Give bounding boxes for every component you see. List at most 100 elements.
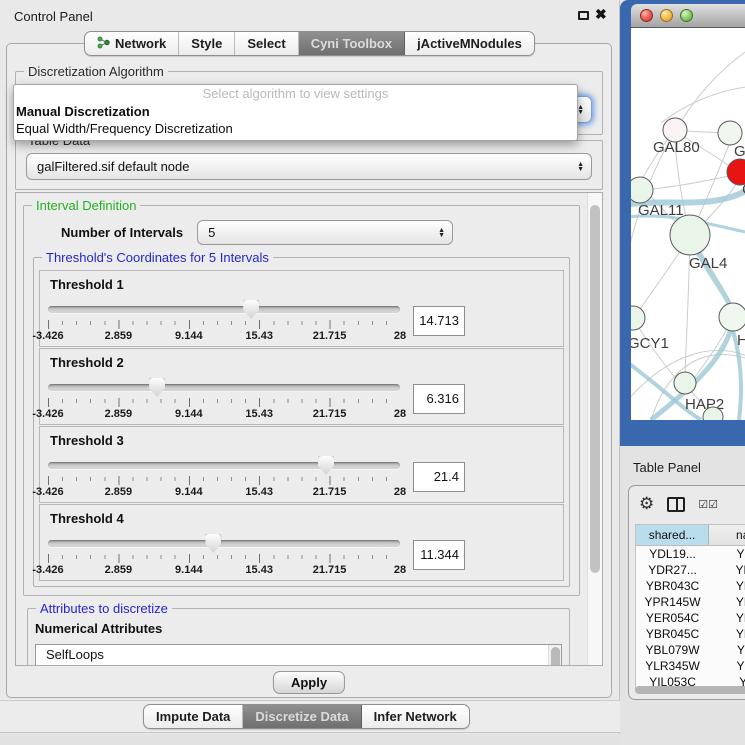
table-row[interactable]: YPR145WYPR1 <box>636 594 745 610</box>
select-columns-icon[interactable]: ☑☑ <box>698 498 718 511</box>
attributes-group: Attributes to discretize Numerical Attri… <box>27 608 570 666</box>
table-row[interactable]: YBR045CYBR0 <box>636 626 745 642</box>
slider-tick-labels: -3.4262.8599.14415.4321.71528 <box>48 408 400 421</box>
threshold-4-value-field[interactable]: 11.344 <box>413 540 465 570</box>
table-cell[interactable]: YBL0 <box>709 642 745 658</box>
list-scrollbar[interactable] <box>548 645 561 666</box>
table-cell[interactable]: YBR045C <box>636 626 709 642</box>
number-of-intervals-label: Number of Intervals <box>61 225 183 240</box>
table-cell[interactable]: YBL079W <box>636 642 709 658</box>
combo-arrows-icon: ▲▼ <box>577 97 584 122</box>
table-cell[interactable]: YBR0 <box>709 626 745 642</box>
threshold-2-slider[interactable]: -3.4262.8599.14415.4321.71528 <box>48 377 400 421</box>
column-header-name[interactable]: name <box>709 525 745 545</box>
table-panel-area: Table Panel ⚙ ☑☑ shared... name YDL19...… <box>620 446 745 745</box>
table-cell[interactable]: YDL19... <box>636 546 709 562</box>
popup-option-manual[interactable]: Manual Discretization <box>14 103 577 120</box>
threshold-1-value-field[interactable]: 14.713 <box>413 306 465 336</box>
threshold-4-slider[interactable]: -3.4262.8599.14415.4321.71528 <box>48 533 400 577</box>
cyni-toolbox-content: Discretization Algorithm ▲▼ Table Data g… <box>6 43 612 698</box>
network-node[interactable] <box>670 215 710 255</box>
node-label: GAL11 <box>638 202 684 219</box>
threshold-4-panel: Threshold 4 -3.4262.8599.14415.4321.7152… <box>39 504 564 581</box>
tab-discretize-data[interactable]: Discretize Data <box>243 705 361 728</box>
slider-thumb[interactable] <box>318 456 334 475</box>
slider-thumb[interactable] <box>149 378 165 397</box>
group-title: Interval Definition <box>32 198 140 213</box>
network-node[interactable] <box>718 121 742 145</box>
node-label: GAL4 <box>689 255 727 272</box>
list-item[interactable]: SelfLoops <box>46 647 561 664</box>
threshold-2-value-field[interactable]: 6.316 <box>413 384 465 414</box>
threshold-3-slider[interactable]: -3.4262.8599.14415.4321.71528 <box>48 455 400 499</box>
threshold-3-panel: Threshold 3 -3.4262.8599.14415.4321.7152… <box>39 426 564 503</box>
node-label: G <box>734 143 745 160</box>
network-node[interactable] <box>631 177 653 203</box>
table-row[interactable]: YLR345WYLR3 <box>636 658 745 674</box>
number-of-intervals-combobox[interactable]: 5 ▲▼ <box>197 220 453 245</box>
table-horizontal-scrollbar[interactable] <box>635 686 745 694</box>
bottom-tab-bar: Impute Data Discretize Data Infer Networ… <box>143 704 470 729</box>
network-node[interactable] <box>631 306 645 330</box>
table-cell[interactable]: YER0 <box>709 610 745 626</box>
table-cell[interactable]: YDR2 <box>709 562 745 578</box>
settings-scrollbar[interactable] <box>587 193 602 665</box>
table-cell[interactable]: YPR1 <box>709 594 745 610</box>
table-cell[interactable]: YLR3 <box>709 658 745 674</box>
table-cell[interactable]: YBR043C <box>636 578 709 594</box>
table-row[interactable]: YDL19...YDL1 <box>636 546 745 562</box>
slider-track[interactable] <box>48 462 400 469</box>
gear-icon[interactable]: ⚙ <box>639 496 654 512</box>
float-window-icon[interactable] <box>578 11 589 20</box>
table-cell[interactable]: YER054C <box>636 610 709 626</box>
slider-tick-labels: -3.4262.8599.14415.4321.71528 <box>48 330 400 343</box>
tab-select[interactable]: Select <box>235 32 298 55</box>
tab-style[interactable]: Style <box>179 32 235 55</box>
table-toolbar: ⚙ ☑☑ <box>629 486 745 518</box>
threshold-2-panel: Threshold 2 -3.4262.8599.14415.4321.7152… <box>39 348 564 425</box>
minimize-traffic-light[interactable] <box>660 9 673 22</box>
table-row[interactable]: YDR27...YDR2 <box>636 562 745 578</box>
popup-prompt: Select algorithm to view settings <box>14 85 577 103</box>
list-item[interactable]: TopologicalCoefficient <box>46 664 561 667</box>
slider-ticks <box>48 320 400 329</box>
tab-network[interactable]: Network <box>85 32 179 55</box>
tab-jactivemnodules[interactable]: jActiveMNodules <box>405 32 534 55</box>
network-window-titlebar[interactable] <box>631 4 745 28</box>
attributes-list[interactable]: SelfLoops TopologicalCoefficient Between… <box>35 644 562 666</box>
table-row[interactable]: YER054CYER0 <box>636 610 745 626</box>
slider-thumb[interactable] <box>205 534 221 553</box>
table-row[interactable]: YBR043CYBR0 <box>636 578 745 594</box>
tab-impute-data[interactable]: Impute Data <box>144 705 243 728</box>
slider-ticks <box>48 554 400 563</box>
popup-option-equal-width[interactable]: Equal Width/Frequency Discretization <box>14 120 577 137</box>
threshold-3-value-field[interactable]: 21.4 <box>413 462 465 492</box>
slider-track[interactable] <box>48 384 400 391</box>
table-data-combobox[interactable]: galFiltered.sif default node ▲▼ <box>26 153 592 180</box>
tab-cyni-toolbox[interactable]: Cyni Toolbox <box>299 32 405 55</box>
tab-infer-network[interactable]: Infer Network <box>362 705 469 728</box>
slider-thumb[interactable] <box>243 300 259 319</box>
network-node[interactable] <box>719 303 745 331</box>
table-row[interactable]: YBL079WYBL0 <box>636 642 745 658</box>
network-node[interactable] <box>674 372 696 394</box>
close-traffic-light[interactable] <box>640 9 653 22</box>
network-canvas[interactable]: GAL80GCGAL11GAL4GCY1HHAP2 <box>631 28 745 420</box>
threshold-1-slider[interactable]: -3.4262.8599.14415.4321.71528 <box>48 299 400 343</box>
columns-icon[interactable] <box>667 497 685 512</box>
table-cell[interactable]: YDR27... <box>636 562 709 578</box>
table-cell[interactable]: YPR145W <box>636 594 709 610</box>
apply-button[interactable]: Apply <box>273 671 345 694</box>
close-icon[interactable]: ✖ <box>595 6 607 23</box>
slider-track[interactable] <box>48 306 400 313</box>
column-header-shared-name[interactable]: shared... <box>636 525 709 545</box>
table-data-group: Table Data galFiltered.sif default node … <box>15 140 603 190</box>
slider-track[interactable] <box>48 540 400 547</box>
table-cell[interactable]: YLR345W <box>636 658 709 674</box>
table-cell[interactable]: YBR0 <box>709 578 745 594</box>
panel-title: Control Panel <box>14 9 93 24</box>
zoom-traffic-light[interactable] <box>680 9 693 22</box>
table-cell[interactable]: YDL1 <box>709 546 745 562</box>
node-label: H <box>737 332 745 349</box>
network-view-window[interactable]: GAL80GCGAL11GAL4GCY1HHAP2 <box>620 0 745 446</box>
